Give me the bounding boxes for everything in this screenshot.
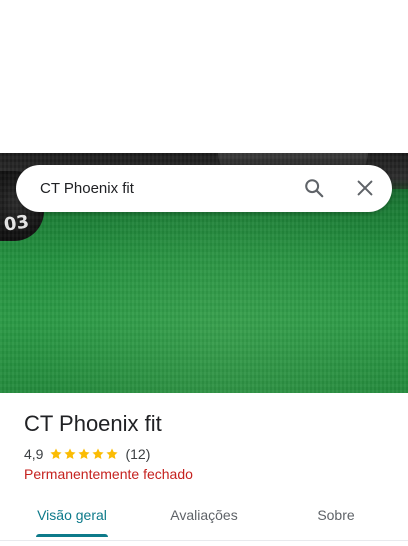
star-icon [106, 448, 119, 460]
rating-row[interactable]: 4,9 (12) [24, 445, 150, 463]
search-query[interactable]: CT Phoenix fit [40, 180, 134, 197]
star-icon [92, 448, 105, 460]
search-bar[interactable]: CT Phoenix fit [16, 165, 392, 212]
star-icon [64, 448, 77, 460]
close-icon[interactable] [354, 177, 376, 199]
top-blank-area [0, 0, 408, 153]
star-icon [78, 448, 91, 460]
rating-value: 4,9 [24, 446, 44, 462]
tab-overview[interactable]: Visão geral [22, 498, 122, 534]
place-title: CT Phoenix fit [24, 411, 162, 436]
tabs-divider [0, 540, 408, 541]
review-count[interactable]: (12) [125, 446, 150, 462]
rating-stars [49, 447, 119, 461]
star-icon [50, 448, 63, 460]
tab-about[interactable]: Sobre [286, 498, 386, 534]
tab-reviews[interactable]: Avaliações [154, 498, 254, 534]
tab-active-indicator [36, 534, 108, 537]
status-text: Permanentemente fechado [24, 466, 193, 482]
tab-bar: Visão geral Avaliações Sobre [0, 498, 408, 540]
search-icon[interactable] [303, 177, 325, 199]
